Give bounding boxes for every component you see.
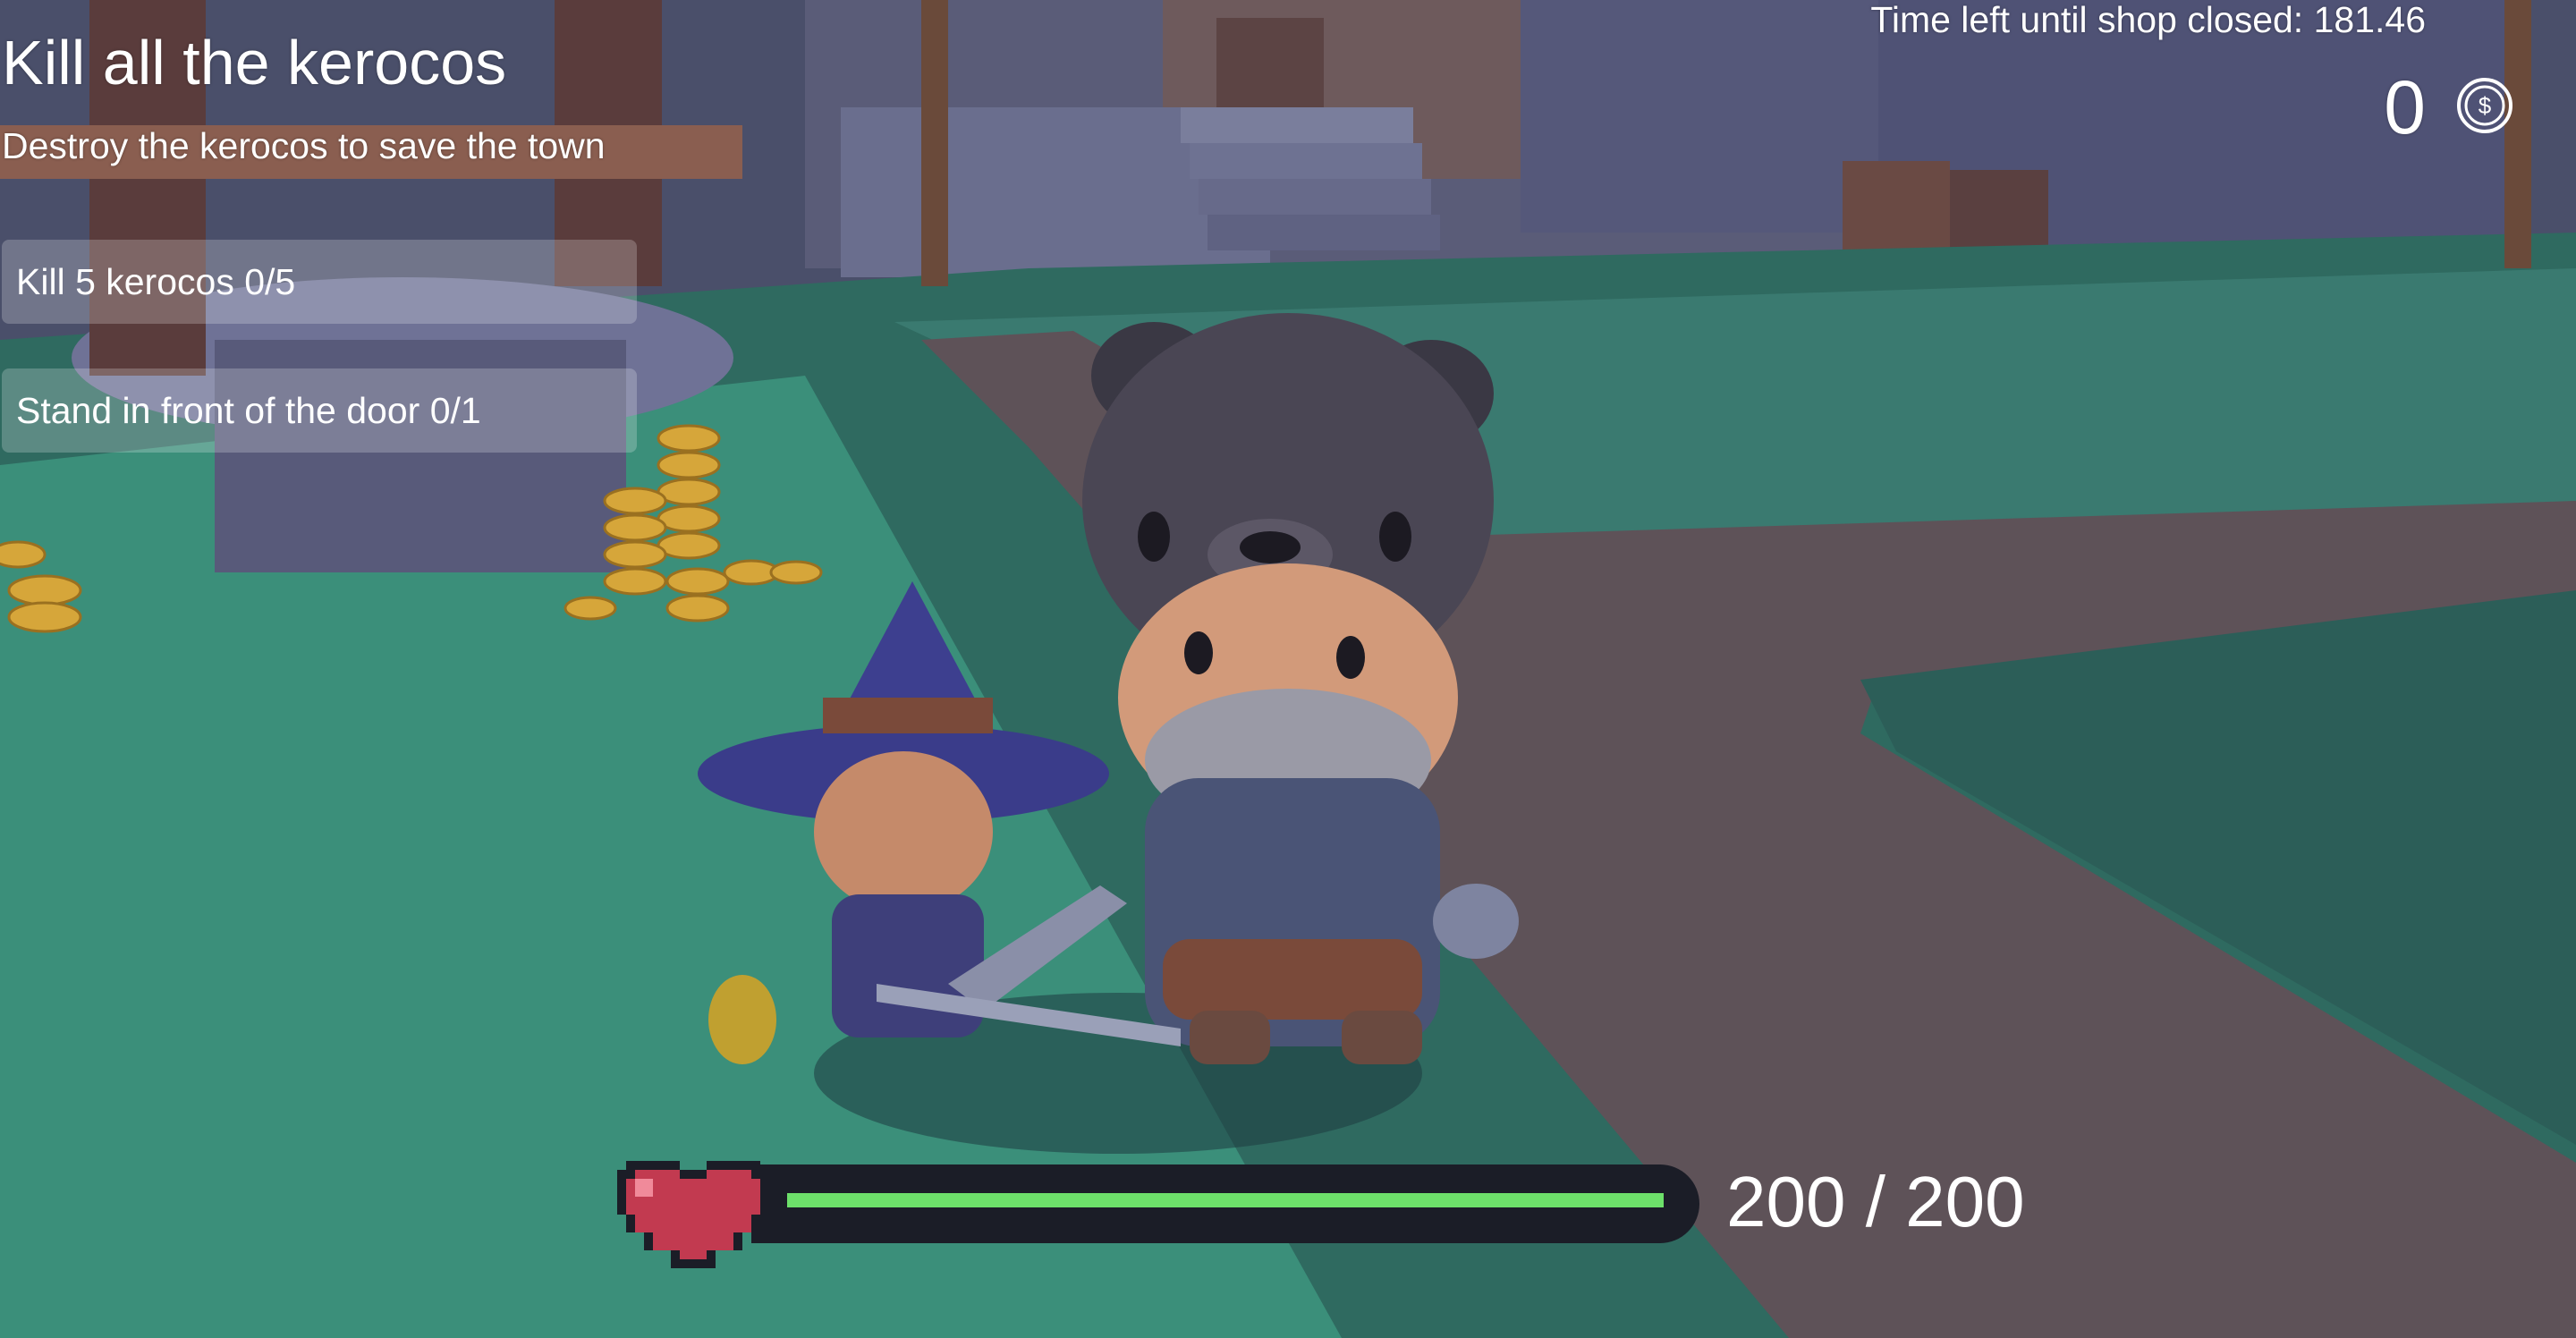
health-bar: [617, 1152, 1708, 1268]
heart-icon: [617, 1161, 769, 1268]
dollar-coin-icon: $: [2457, 78, 2512, 133]
quest-objective-kill-kerocos: Kill 5 kerocos 0/5: [2, 240, 637, 324]
health-bar-fill: [787, 1193, 1664, 1207]
quest-title: Kill all the kerocos: [2, 28, 507, 97]
game-world-render: [0, 0, 2576, 1338]
shop-timer: Time left until shop closed: 181.46: [1870, 0, 2426, 40]
game-scene: [0, 0, 2576, 1338]
health-bar-track: [751, 1164, 1699, 1243]
quest-objective-stand-door: Stand in front of the door 0/1: [2, 368, 637, 453]
svg-text:$: $: [2479, 92, 2492, 119]
health-value: 200 / 200: [1726, 1162, 2025, 1241]
quest-description: Destroy the kerocos to save the town: [2, 125, 606, 166]
coin-count: 0: [2384, 65, 2426, 149]
